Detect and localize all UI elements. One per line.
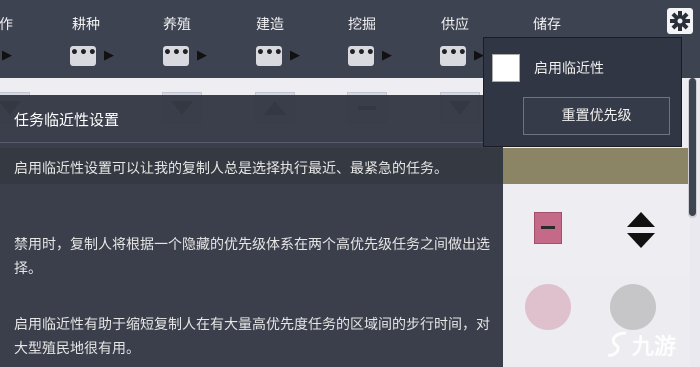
column-title-supply[interactable]: 供应 xyxy=(441,14,469,34)
column-next-arrow-icon[interactable]: ▶ xyxy=(2,46,12,66)
watermark-logo: 九游 xyxy=(606,327,696,363)
enable-proximity-checkbox[interactable] xyxy=(492,54,520,82)
watermark-swirl-icon xyxy=(607,331,627,357)
watermark-text: 九游 xyxy=(632,335,677,360)
column-options-button[interactable]: ••• xyxy=(163,46,190,66)
vertical-scrollbar[interactable] xyxy=(688,78,697,218)
column-next-arrow-icon[interactable]: ▶ xyxy=(290,46,300,66)
reset-priorities-button[interactable]: 重置优先级 xyxy=(523,97,670,135)
tooltip-paragraph: 禁用时，复制人将根据一个隐藏的优先级体系在两个高优先级任务之间做出选择。 xyxy=(14,237,490,277)
column-next-arrow-icon[interactable]: ▶ xyxy=(104,46,114,66)
column-options-button[interactable]: ••• xyxy=(348,46,375,66)
gear-icon[interactable] xyxy=(667,8,693,34)
column-title-storage[interactable]: 储存 xyxy=(533,14,561,34)
tooltip-paragraph: 启用临近性有助于缩短复制人在有大量高优先度任务的区域间的步行时间，对大型殖民地很… xyxy=(14,317,490,357)
column-title-building[interactable]: 建造 xyxy=(256,14,284,34)
column-title-partial: 作 xyxy=(0,17,13,33)
blurred-sort-icon xyxy=(610,284,656,330)
blurred-priority-icon xyxy=(525,284,571,330)
settings-dropdown: 启用临近性 重置优先级 xyxy=(483,37,682,147)
column-options-button[interactable]: ••• xyxy=(440,46,467,66)
priority-neutral-button[interactable] xyxy=(534,212,562,244)
proximity-tooltip: 任务临近性设置 启用临近性设置可以让我的复制人总是选择执行最近、最紧急的任务。 … xyxy=(0,95,503,367)
tooltip-title: 任务临近性设置 xyxy=(14,111,120,129)
tooltip-paragraph: 启用临近性设置可以让我的复制人总是选择执行最近、最紧急的任务。 xyxy=(14,161,448,177)
column-title-ranching[interactable]: 养殖 xyxy=(163,14,191,34)
tooltip-divider xyxy=(0,142,503,143)
column-options-button[interactable]: ••• xyxy=(256,46,283,66)
enable-proximity-label[interactable]: 启用临近性 xyxy=(534,58,604,78)
column-next-arrow-icon[interactable]: ▶ xyxy=(197,46,207,66)
column-title-digging[interactable]: 挖掘 xyxy=(348,14,376,34)
column-title-farming[interactable]: 耕种 xyxy=(72,14,100,34)
column-next-arrow-icon[interactable]: ▶ xyxy=(382,46,392,66)
sort-arrows-icon[interactable] xyxy=(624,210,658,250)
column-options-button[interactable]: ••• xyxy=(70,46,97,66)
scrollbar-thumb[interactable] xyxy=(689,78,696,216)
